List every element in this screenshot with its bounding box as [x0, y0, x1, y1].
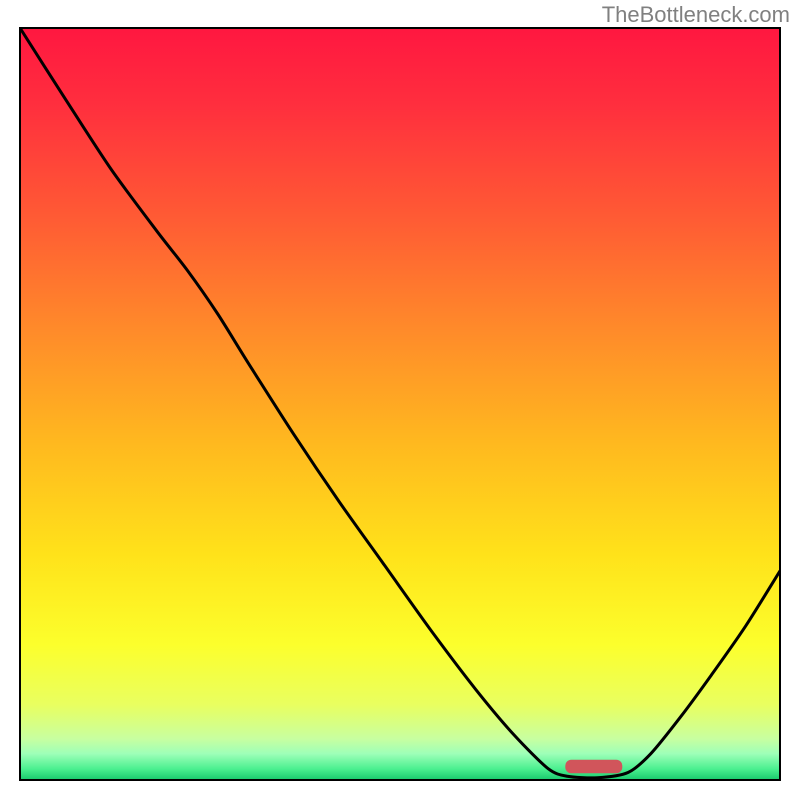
optimal-marker — [565, 760, 622, 774]
watermark-text: TheBottleneck.com — [602, 2, 790, 28]
bottleneck-chart — [0, 0, 800, 800]
gradient-background — [20, 28, 780, 780]
